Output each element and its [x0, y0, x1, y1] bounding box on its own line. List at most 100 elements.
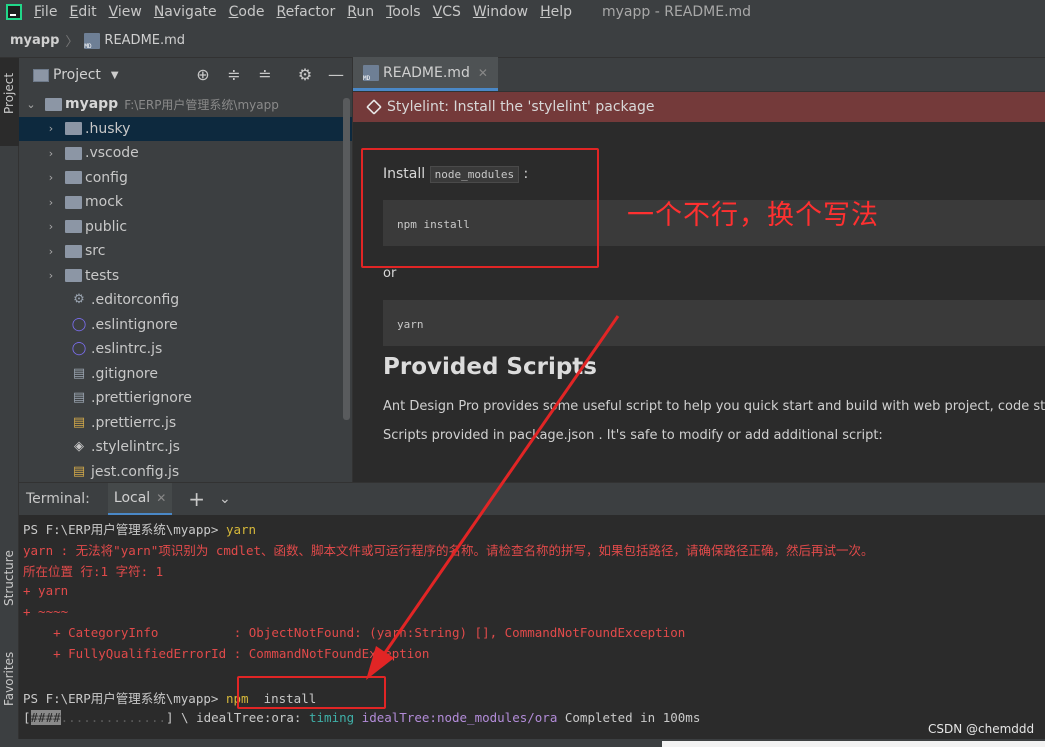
terminal-prompt: PS F:\ERP用户管理系统\myapp>	[23, 691, 226, 706]
menu-label: efactor	[285, 4, 336, 20]
tree-folder-row[interactable]: › config	[19, 166, 352, 191]
editor-tab-readme[interactable]: README.md ✕	[353, 57, 498, 91]
menu-mnemonic: N	[153, 4, 165, 20]
chevron-right-icon[interactable]: ›	[45, 147, 57, 160]
tree-folder-row[interactable]: › .husky	[19, 116, 352, 141]
project-scrollbar[interactable]	[343, 98, 350, 420]
plus-icon[interactable]: +	[188, 487, 205, 511]
project-tree: ⌄ myapp F:\ERP用户管理系统\myapp › .husky › .vsco…	[19, 92, 352, 484]
chevron-down-icon[interactable]: ⌄	[219, 491, 231, 507]
chevron-right-icon[interactable]: ›	[45, 196, 57, 209]
chevron-right-icon[interactable]: ›	[45, 171, 57, 184]
tree-file-row[interactable]: ◯ .eslintignore	[19, 313, 352, 338]
tree-file-row[interactable]: ◈ .stylelintrc.js	[19, 435, 352, 460]
menu-label: elp	[550, 4, 572, 20]
tree-file-row[interactable]: ◯ .eslintrc.js	[19, 337, 352, 362]
expand-all-icon[interactable]: ≑	[225, 66, 243, 84]
tree-file-row[interactable]: ▤ .gitignore	[19, 362, 352, 387]
terminal-prompt: PS F:\ERP用户管理系统\myapp>	[23, 522, 226, 537]
gear-icon[interactable]: ⚙	[296, 66, 314, 84]
breadcrumb-project[interactable]: myapp	[10, 33, 59, 48]
terminal-error-line: + ~~~~	[23, 604, 69, 619]
menu-item[interactable]: Tools	[386, 4, 421, 20]
gear-icon: ⚙	[73, 292, 85, 308]
terminal-command-yarn: yarn	[225, 522, 257, 537]
chevron-right-icon[interactable]: ›	[45, 245, 57, 258]
tree-file-name: .prettierrc.js	[91, 414, 177, 431]
tree-file-row[interactable]: ▤ jest.config.js	[19, 460, 352, 485]
project-view-selector[interactable]: Project ▼	[33, 67, 119, 83]
terminal-tab-label: Local	[113, 489, 151, 506]
tool-window-favorites-tab[interactable]: Favorites	[0, 646, 19, 716]
tree-root-name: myapp	[65, 96, 119, 113]
menu-item[interactable]: Window	[473, 4, 528, 20]
file-list: ⚙ .editorconfig ◯ .eslintignore ◯ .eslintrc.j…	[19, 288, 352, 484]
close-icon[interactable]: ✕	[478, 66, 488, 80]
menu-item[interactable]: VCS	[433, 4, 461, 20]
folder-icon	[45, 97, 62, 111]
folder-icon	[65, 220, 82, 234]
folder-icon	[65, 244, 82, 258]
tree-folder-name: public	[85, 218, 128, 235]
project-view-label: Project	[53, 67, 101, 83]
tree-folder-row[interactable]: › mock	[19, 190, 352, 215]
tree-folder-name: tests	[85, 267, 120, 284]
terminal-tab-local[interactable]: Local ✕	[107, 482, 173, 516]
tree-file-row[interactable]: ▤ .prettierrc.js	[19, 411, 352, 436]
terminal-output[interactable]: PS F:\ERP用户管理系统\myapp> yarn yarn : 无法将"y…	[19, 515, 1045, 739]
tree-folder-row[interactable]: › public	[19, 215, 352, 240]
tree-file-row[interactable]: ⚙ .editorconfig	[19, 288, 352, 313]
progress-bar-rest: ..............	[60, 710, 166, 725]
close-icon[interactable]: ✕	[156, 491, 166, 505]
menu-item[interactable]: Code	[229, 4, 265, 20]
menu-label: iew	[117, 4, 142, 20]
tool-window-project-tab[interactable]: Project	[0, 58, 19, 146]
menu-item[interactable]: Help	[540, 4, 572, 20]
locate-icon[interactable]: ⊕	[194, 66, 212, 84]
eslint-icon: ◯	[71, 341, 87, 357]
breadcrumb-file[interactable]: README.md	[104, 33, 185, 48]
tree-file-name: jest.config.js	[91, 463, 180, 480]
menu-item[interactable]: View	[109, 4, 142, 20]
collapse-all-icon[interactable]: ≐	[256, 66, 274, 84]
menu-mnemonic: E	[69, 4, 79, 20]
terminal-line-1: PS F:\ERP用户管理系统\myapp> yarn	[23, 519, 256, 538]
notification-banner[interactable]: Stylelint: Install the 'stylelint' packa…	[353, 92, 1045, 122]
chevron-down-icon[interactable]: ▼	[111, 70, 119, 81]
menu-items: File Edit View Navigate Code Refactor Run Tools…	[22, 4, 572, 20]
tree-file-row[interactable]: ▤ .prettierignore	[19, 386, 352, 411]
menu-mnemonic: V	[432, 4, 443, 20]
menu-item[interactable]: Navigate	[154, 4, 217, 20]
tree-folder-row[interactable]: › tests	[19, 264, 352, 289]
chevron-right-icon[interactable]: ›	[45, 122, 57, 135]
chevron-right-icon[interactable]: ›	[45, 269, 57, 282]
tree-folder-row[interactable]: › .vscode	[19, 141, 352, 166]
status-bar-region	[662, 741, 1045, 747]
terminal-header: Terminal: Local ✕ + ⌄	[19, 482, 1045, 516]
menu-item[interactable]: Refactor	[276, 4, 335, 20]
tree-folder-name: mock	[85, 194, 124, 211]
menu-item[interactable]: File	[34, 4, 57, 20]
tree-root-myapp[interactable]: ⌄ myapp F:\ERP用户管理系统\myapp	[19, 92, 352, 117]
chevron-down-icon[interactable]: ⌄	[25, 98, 37, 111]
menu-item[interactable]: Edit	[69, 4, 96, 20]
tree-file-name: .eslintrc.js	[91, 341, 163, 358]
progress-completed: Completed in 100ms	[557, 710, 701, 725]
js-file-icon: ▤	[72, 463, 86, 479]
markdown-file-icon	[363, 64, 379, 82]
project-panel: Project ▼ ⊕ ≑ ≐ ⚙ — ⌄ myapp F:\ERP用户管理系统…	[19, 58, 353, 482]
hide-panel-icon[interactable]: —	[327, 66, 345, 84]
tree-file-name: .gitignore	[91, 365, 158, 382]
terminal-error-line: + yarn	[23, 583, 69, 598]
folder-list: › .husky › .vscode › config › mock › public › src › t…	[19, 116, 352, 289]
navigation-bar: myapp 〉 README.md	[0, 24, 1045, 58]
tool-window-structure-tab[interactable]: Structure	[0, 548, 19, 608]
tree-file-name: .prettierignore	[91, 390, 192, 407]
tree-folder-row[interactable]: › src	[19, 239, 352, 264]
menu-label: dit	[78, 4, 97, 20]
annotation-note: 一个不行，换个写法	[627, 200, 879, 231]
chevron-right-icon[interactable]: ›	[45, 220, 57, 233]
tool-window-project-label: Project	[2, 72, 16, 114]
menu-item[interactable]: Run	[347, 4, 374, 20]
menu-label: avigate	[164, 4, 217, 20]
